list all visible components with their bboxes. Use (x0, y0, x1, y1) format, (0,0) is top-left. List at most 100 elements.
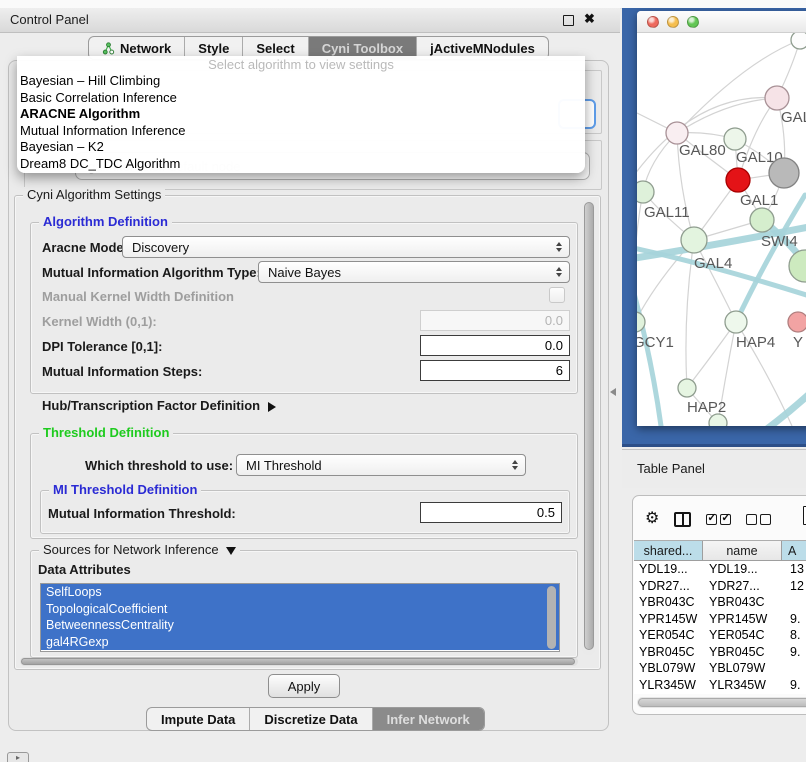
tab-impute-data[interactable]: Impute Data (147, 708, 250, 730)
table-cell: YDL19... (634, 562, 703, 576)
algorithm-option[interactable]: Dream8 DC_TDC Algorithm (17, 156, 585, 173)
data-attribute-item[interactable]: TopologicalCoefficient (41, 601, 559, 618)
network-window-titlebar[interactable] (637, 11, 806, 33)
table-row[interactable]: YBR045CYBR045C9. (634, 644, 806, 661)
dpi-tolerance-input[interactable]: 0.0 (420, 335, 570, 356)
table-row[interactable]: YIL052CYIL052C9 (634, 693, 806, 694)
network-node-y[interactable] (788, 312, 806, 332)
node-label: GAL (781, 109, 806, 126)
spinner-arrows-icon (556, 267, 562, 277)
attributes-list-scrollbar-thumb[interactable] (547, 586, 556, 649)
network-node-hap2[interactable] (678, 379, 696, 397)
sources-title: Sources for Network Inference (43, 542, 219, 557)
table-cell: YPR145W (634, 612, 703, 626)
minimize-window-icon[interactable] (667, 16, 679, 28)
data-attribute-item[interactable]: gal4RGexp (41, 634, 559, 651)
network-node[interactable] (791, 33, 806, 49)
table-cell: 12 (782, 579, 806, 593)
network-edge (687, 322, 736, 388)
settings-horizontal-scrollbar-thumb[interactable] (21, 658, 575, 665)
close-panel-icon[interactable]: ✖ (584, 11, 595, 27)
network-node[interactable] (789, 250, 806, 282)
algorithm-dropdown-placeholder: Select algorithm to view settings (17, 56, 585, 73)
settings-vertical-scrollbar-thumb[interactable] (584, 202, 594, 650)
table-cell: 13 (782, 562, 806, 576)
table-row[interactable]: YBL079WYBL079W (634, 660, 806, 677)
table-row[interactable]: YBR043CYBR043C (634, 594, 806, 611)
close-window-icon[interactable] (647, 16, 659, 28)
data-attributes-list[interactable]: SelfLoopsTopologicalCoefficientBetweenne… (40, 583, 560, 652)
zoom-window-icon[interactable] (687, 16, 699, 28)
table-row[interactable]: YDL19...YDL19...13 (634, 561, 806, 578)
mi-algorithm-type-select[interactable]: Naive Bayes (258, 261, 570, 283)
gear-icon[interactable]: ⚙ (645, 511, 659, 527)
mi-threshold-input[interactable]: 0.5 (420, 502, 562, 523)
network-view-window[interactable]: GALGAL80GAL10GAL1GAL11SWI4GAL4GCY1HAP4YH… (637, 11, 806, 426)
apply-button[interactable]: Apply (268, 674, 340, 698)
float-panel-icon[interactable] (563, 15, 574, 26)
table-cell: YBL079W (703, 661, 782, 675)
table-row[interactable]: YDR27...YDR27...12 (634, 578, 806, 595)
mi-threshold-label: Mutual Information Threshold: (48, 506, 236, 521)
tab-discretize-data[interactable]: Discretize Data (250, 708, 372, 730)
tab-discretize-data-label: Discretize Data (264, 712, 357, 727)
mi-steps-input[interactable]: 6 (420, 360, 570, 381)
column-header-partial[interactable]: A (782, 541, 806, 560)
node-label: GAL11 (644, 204, 690, 221)
select-all-columns-icon[interactable] (706, 514, 731, 525)
algorithm-option[interactable]: Bayesian – K2 (17, 139, 585, 156)
sources-toggle[interactable]: Sources for Network Inference (39, 542, 240, 557)
data-attribute-item[interactable]: SelfLoops (41, 584, 559, 601)
aracne-mode-select[interactable]: Discovery (122, 236, 570, 258)
network-desktop: GALGAL80GAL10GAL1GAL11SWI4GAL4GCY1HAP4YH… (622, 8, 806, 447)
column-view-icon[interactable] (674, 512, 691, 527)
algorithm-option[interactable]: ARACNE Algorithm (17, 106, 585, 123)
network-node-gal[interactable] (765, 86, 789, 110)
settings-horizontal-scrollbar[interactable] (20, 657, 578, 666)
aracne-mode-label: Aracne Mode: (42, 240, 128, 255)
algorithm-option[interactable]: Basic Correlation Inference (17, 90, 585, 107)
network-node-gal1[interactable] (726, 168, 750, 192)
network-node-gal80[interactable] (666, 122, 688, 144)
tab-select-label: Select (256, 41, 294, 56)
tab-infer-network-label: Infer Network (387, 712, 470, 727)
algorithm-option[interactable]: Bayesian – Hill Climbing (17, 73, 585, 90)
data-attribute-item[interactable]: BetweennessCentrality (41, 617, 559, 634)
table-cell: YLR345W (634, 678, 703, 692)
mi-algorithm-type-label: Mutual Information Algorithm Type: (42, 265, 261, 280)
table-cell: YDR27... (634, 579, 703, 593)
column-header-shared-name[interactable]: shared... (634, 541, 703, 560)
table-row[interactable]: YLR345WYLR345W9. (634, 677, 806, 694)
network-node-gal11[interactable] (637, 181, 654, 203)
hub-definition-toggle[interactable]: Hub/Transcription Factor Definition (42, 398, 276, 413)
expanded-arrow-icon (226, 547, 236, 555)
collapsed-panel-handle[interactable]: ▸ (7, 752, 29, 762)
column-header-name[interactable]: name (703, 541, 782, 560)
table-row[interactable]: YPR145WYPR145W9. (634, 611, 806, 628)
network-node-gal10[interactable] (724, 128, 746, 150)
network-canvas[interactable]: GALGAL80GAL10GAL1GAL11SWI4GAL4GCY1HAP4YH… (637, 33, 806, 426)
tab-infer-network[interactable]: Infer Network (373, 708, 484, 730)
network-node[interactable] (769, 158, 799, 188)
control-panel-titlebar: Control Panel ✖ (0, 8, 620, 33)
network-node[interactable] (709, 414, 727, 426)
panel-divider-arrow-icon[interactable] (610, 388, 616, 396)
table-horizontal-scrollbar[interactable] (637, 697, 806, 708)
table-header-row: shared... name A (634, 540, 806, 561)
settings-vertical-scrollbar[interactable] (582, 199, 595, 655)
algorithm-option[interactable]: Mutual Information Inference (17, 123, 585, 140)
node-label: SWI4 (761, 233, 798, 250)
network-node-hap4[interactable] (725, 311, 747, 333)
table-cell: YBR043C (634, 595, 703, 609)
which-threshold-select[interactable]: MI Threshold (236, 454, 526, 476)
kernel-width-input[interactable]: 0.0 (420, 310, 570, 331)
unselect-all-columns-icon[interactable] (746, 514, 771, 525)
table-row[interactable]: YER054CYER054C8. (634, 627, 806, 644)
cytoscape-app: Control Panel ✖ Network Style Select Cyn… (0, 0, 806, 762)
manual-kernel-width-checkbox[interactable] (549, 287, 565, 303)
threshold-definition-title: Threshold Definition (39, 425, 173, 440)
hub-definition-label: Hub/Transcription Factor Definition (42, 398, 260, 413)
network-node-swi4[interactable] (750, 208, 774, 232)
table-horizontal-scrollbar-thumb[interactable] (638, 698, 806, 707)
network-node-gal4[interactable] (681, 227, 707, 253)
